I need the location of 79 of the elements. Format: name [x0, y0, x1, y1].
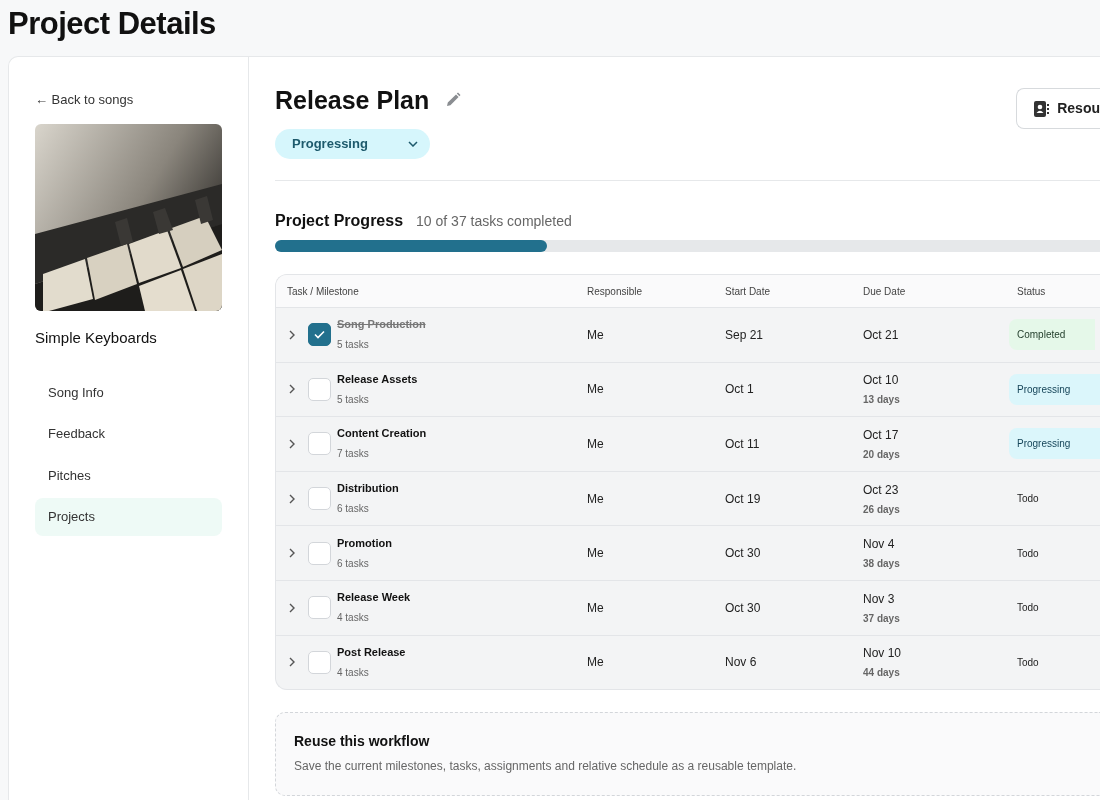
due-date: Nov 10	[863, 645, 903, 663]
back-link[interactable]: ← Back to songs	[35, 90, 134, 110]
contact-book-icon	[1034, 100, 1050, 117]
due-date: Oct 10	[863, 372, 900, 390]
due-date: Oct 23	[863, 481, 900, 499]
checkbox[interactable]	[308, 323, 331, 347]
song-title: Simple Keyboards	[35, 328, 158, 348]
days-remaining: 37 days	[863, 611, 901, 626]
table-cell-text: Oct 19	[725, 490, 762, 508]
chevron-right-icon[interactable]	[287, 328, 297, 341]
chevron-right-icon[interactable]	[287, 601, 297, 614]
table-cell-text: Me	[587, 545, 605, 563]
task-name: Content Creation	[337, 426, 427, 441]
task-count: 6 tasks	[337, 502, 370, 517]
status-label: Todo	[1016, 492, 1040, 507]
task-count: 4 tasks	[337, 611, 370, 626]
status-label: Completed	[1009, 319, 1096, 351]
chevron-right-icon[interactable]	[287, 438, 297, 450]
sidebar-item[interactable]: Feedback	[35, 415, 222, 453]
days-remaining: 13 days	[863, 393, 901, 408]
section-heading: Project Progress	[275, 211, 404, 231]
table-cell-text: Oct 1	[725, 381, 755, 399]
task-count: 7 tasks	[337, 447, 370, 462]
due-date: Oct 17	[863, 427, 900, 444]
chevron-right-icon[interactable]	[287, 547, 297, 560]
status-label: Todo	[1016, 655, 1040, 670]
chevron-right-icon[interactable]	[287, 656, 297, 669]
chevron-right-icon[interactable]	[287, 383, 297, 396]
card-description: Save the current milestones, tasks, assignments and relative schedule as a reusable template.	[294, 757, 798, 775]
task-name: Post Release	[337, 644, 406, 659]
task-count: 4 tasks	[337, 665, 370, 680]
resources-button[interactable]: Resou	[1016, 88, 1100, 129]
sidebar-item[interactable]: Pitches	[35, 456, 222, 494]
task-name: Distribution	[337, 481, 399, 496]
column-header: Responsible	[587, 284, 644, 299]
status-label: Todo	[1016, 601, 1040, 616]
page-title: Project Details	[8, 5, 217, 43]
sidebar-item[interactable]: Projects	[35, 498, 222, 536]
table-cell-text: Me	[587, 381, 605, 399]
days-remaining: 38 days	[863, 557, 901, 572]
table-cell-text: Oct 30	[725, 599, 762, 617]
project-title: Release Plan	[275, 85, 430, 116]
progress-summary: 10 of 37 tasks completed	[416, 212, 572, 231]
task-name: Release Assets	[337, 371, 418, 386]
table-cell-text: Me	[587, 326, 605, 344]
caret-icon	[407, 141, 418, 147]
days-remaining: 44 days	[863, 666, 901, 681]
task-name: Song Production	[337, 317, 426, 332]
table-cell-text: Oct 30	[725, 545, 762, 563]
due-date: Nov 3	[863, 590, 896, 608]
task-name: Release Week	[337, 590, 411, 605]
days-remaining: 26 days	[863, 502, 901, 517]
table-cell-text: Me	[587, 490, 605, 508]
check-icon	[314, 330, 325, 340]
chevron-right-icon[interactable]	[287, 492, 297, 505]
card-title: Reuse this workflow	[294, 733, 431, 750]
status-dropdown[interactable]: Progressing	[275, 129, 430, 159]
pencil-icon[interactable]	[445, 92, 462, 108]
status-label: Progressing	[1009, 373, 1100, 405]
column-header: Task / Milestone	[286, 284, 360, 299]
task-count: 5 tasks	[337, 338, 370, 353]
table-cell-text: Sep 21	[725, 326, 765, 344]
due-date: Nov 4	[863, 536, 896, 554]
status-label: Progressing	[1009, 428, 1100, 460]
column-header: Start Date	[725, 284, 772, 299]
due-date: Oct 21	[863, 326, 900, 344]
table-cell-text: Oct 11	[725, 436, 761, 453]
table-cell-text: Me	[587, 599, 605, 617]
status-label: Todo	[1016, 546, 1040, 561]
table-cell-text: Me	[587, 436, 605, 453]
days-remaining: 20 days	[863, 448, 901, 462]
task-name: Promotion	[337, 535, 392, 550]
task-count: 6 tasks	[337, 556, 370, 571]
table-cell-text: Nov 6	[725, 654, 758, 672]
task-count: 5 tasks	[337, 392, 370, 407]
column-header: Due Date	[863, 284, 907, 299]
sidebar-item[interactable]: Song Info	[35, 373, 222, 411]
table-cell-text: Me	[587, 654, 605, 672]
column-header: Status	[1017, 284, 1047, 299]
